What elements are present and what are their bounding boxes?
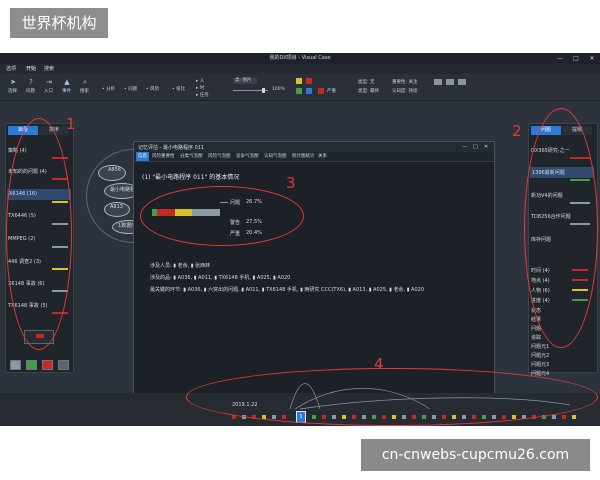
menu-search[interactable]: 搜索 xyxy=(44,64,54,74)
color-filter-red[interactable] xyxy=(42,360,53,370)
people-line: 涉及人员: ▮ 老余, ▮ 张西林 xyxy=(150,263,211,269)
annotation-number: 1 xyxy=(66,115,76,133)
risk-button[interactable]: • 风险 xyxy=(146,86,159,92)
menu-bar xyxy=(0,64,600,74)
products-line: 涉及的品: ▮ A036, ▮ A011, ▮ TX6148 手机, ▮ A02… xyxy=(150,275,291,281)
tab-competition-bubble[interactable]: 竞争气泡图 xyxy=(236,152,259,161)
key-links-line: 最关键的环节: ▮ A036, ▮ 六突出的问题, ▮ A011, ▮ TX61… xyxy=(150,287,425,293)
tab-risk-bubble[interactable]: 风险气泡图 xyxy=(208,152,231,161)
dialog-heading: (1) "最小电路程序 011" 的基本情况 xyxy=(142,174,240,181)
timeline-event[interactable] xyxy=(552,415,556,419)
tab-statistics[interactable]: 统计图统计 xyxy=(292,152,315,161)
severity-label[interactable]: 严重 xyxy=(327,88,336,94)
cursor-icon[interactable]: ➤ xyxy=(6,78,20,86)
menu-options[interactable]: 选项 xyxy=(6,64,16,74)
event-icon[interactable]: ▲ xyxy=(60,78,74,86)
ok-icon[interactable] xyxy=(296,88,302,94)
info-icon[interactable] xyxy=(306,88,312,94)
analyze-button[interactable]: • 分析 xyxy=(102,86,115,92)
entry-button[interactable]: 入口 xyxy=(44,88,53,94)
dialog-minimize-button[interactable]: — xyxy=(462,144,467,150)
color-filter-dark[interactable] xyxy=(58,360,69,370)
annotation-ring-dialog xyxy=(140,186,304,246)
search-icon[interactable]: ⌕ xyxy=(78,78,92,86)
category-item[interactable]: 问题元2 xyxy=(531,352,549,359)
filter-final[interactable]: 类型: 最终 xyxy=(358,88,379,94)
search-button[interactable]: 搜索 xyxy=(80,88,89,94)
dialog-title: 记忆评估 - 最小电路程序 011 xyxy=(138,145,205,151)
timeline-event[interactable] xyxy=(572,415,576,419)
color-filter-gray[interactable] xyxy=(10,360,21,370)
annotation-number: 2 xyxy=(512,122,522,140)
tab-cognition-bubble[interactable]: 认知气泡图 xyxy=(264,152,287,161)
filter-cognition[interactable]: 认知度: 持续 xyxy=(392,88,417,94)
time-button[interactable]: ▸ 时 xyxy=(196,85,204,91)
tab-risk-importance[interactable]: 风险重要性 xyxy=(152,152,175,161)
category-item[interactable]: 追踪 xyxy=(531,334,541,341)
export-icon[interactable] xyxy=(446,79,454,85)
person-button[interactable]: ▸ 人 xyxy=(196,78,204,84)
dialog-maximize-button[interactable]: □ xyxy=(473,144,478,150)
annotation-number: 3 xyxy=(286,174,296,192)
event-button[interactable]: 事件 xyxy=(62,88,71,94)
zoom-slider-thumb[interactable] xyxy=(262,88,265,93)
watermark-bottom: cn-cnwebs-cupcmu26.com xyxy=(361,439,590,471)
filter-importance[interactable]: 重要性: 关注 xyxy=(392,79,417,85)
canvas-node-label: 最小电路程 xyxy=(110,187,136,193)
alert-icon[interactable] xyxy=(306,78,312,84)
filter-type[interactable]: 类型: 无 xyxy=(358,79,374,85)
issue-button[interactable]: • 问题 xyxy=(124,86,137,92)
canvas-node-label: A856 xyxy=(108,167,121,173)
warning-icon[interactable] xyxy=(296,78,302,84)
watermark-top: 世界杯机构 xyxy=(10,8,108,38)
rank-button[interactable]: • 排比 xyxy=(172,86,185,92)
minimize-button[interactable]: — xyxy=(552,53,568,64)
dialog-close-button[interactable]: ✕ xyxy=(484,144,488,150)
close-button[interactable]: ✕ xyxy=(584,53,600,64)
task-button[interactable]: ▸ 任务 xyxy=(196,92,209,98)
timeline-event[interactable] xyxy=(562,415,566,419)
layout-icon[interactable] xyxy=(434,79,442,85)
tab-category-bubble[interactable]: 分类气泡图 xyxy=(180,152,203,161)
canvas-node-label: A813 xyxy=(110,204,123,210)
category-item[interactable]: 问题元1 xyxy=(531,343,549,350)
assessment-dialog: 记忆评估 - 最小电路程序 011 — □ ✕ 信息 风险重要性 分类气泡图 风… xyxy=(133,141,495,395)
annotation-ring-right xyxy=(524,108,598,348)
color-filter-green[interactable] xyxy=(26,360,37,370)
share-icon[interactable] xyxy=(458,79,466,85)
tab-info[interactable]: 信息 xyxy=(136,152,149,161)
annotation-number: 4 xyxy=(374,355,384,373)
question-button[interactable]: 问题 xyxy=(26,88,35,94)
annotation-ring-left xyxy=(6,118,72,350)
annotation-ring-timeline xyxy=(186,368,598,426)
question-icon[interactable]: ? xyxy=(24,78,38,86)
severity-icon xyxy=(318,88,324,94)
zoom-level: 100% xyxy=(272,87,285,92)
window-title: 我的DX项目 - Visual Case xyxy=(269,55,331,61)
tab-relations[interactable]: 关系 xyxy=(318,152,327,161)
view-select[interactable]: 类: 图片 xyxy=(233,78,257,84)
entry-icon[interactable]: ⇥ xyxy=(42,78,56,86)
select-button[interactable]: 选择 xyxy=(8,88,17,94)
maximize-button[interactable]: □ xyxy=(568,53,584,64)
category-item[interactable]: 问题元3 xyxy=(531,361,549,368)
